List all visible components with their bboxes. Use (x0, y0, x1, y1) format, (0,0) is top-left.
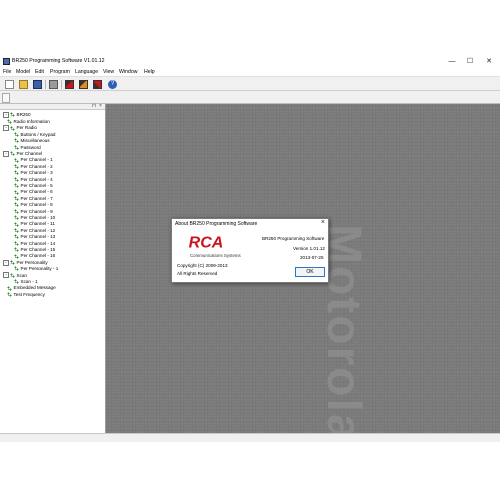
delete-icon[interactable] (93, 80, 102, 89)
menu-file[interactable]: File (3, 69, 11, 75)
new-file-icon[interactable] (5, 80, 14, 89)
tree-item-label: Embedded Message (13, 285, 56, 291)
tree-node-icon (7, 292, 12, 298)
maximize-button[interactable]: ☐ (462, 57, 478, 66)
help-icon[interactable]: ? (108, 80, 117, 89)
about-dialog: About BR250 Programming Software × RCA C… (171, 218, 329, 283)
rca-logo-text: RCA (189, 235, 224, 249)
menu-window[interactable]: Window (119, 69, 137, 75)
tree-item-label: Per Radio (16, 125, 37, 131)
rights-text: All Rights Reserved (177, 271, 218, 276)
collapse-icon[interactable]: − (3, 125, 9, 132)
pin-icon[interactable]: ⊓ (92, 103, 96, 109)
ok-button[interactable]: OK (295, 267, 325, 277)
menu-language[interactable]: Language (75, 69, 98, 75)
menu-help[interactable]: Help (144, 69, 155, 75)
menu-edit[interactable]: Edit (35, 69, 44, 75)
window-title: BR250 Programming Software V1.01.12 (12, 58, 105, 64)
radio-icon (10, 112, 15, 118)
product-name: BR250 Programming Software (262, 236, 325, 241)
tree-item-label: Radio Information (13, 119, 50, 124)
tree-item-root[interactable]: − BR250 (3, 111, 31, 118)
tree-item-label: Per Channel (16, 151, 43, 156)
tree-item-label: Per Channel - 9 (20, 208, 53, 214)
open-folder-icon[interactable] (19, 80, 28, 89)
menu-model[interactable]: Model (16, 69, 30, 75)
tree-item-label: Per Channel - 11 (20, 221, 55, 227)
tree-item-label: Per Channel - 13 (20, 234, 56, 240)
tree-pane: ⊓ × − BR250 Radio Information − Per Radio Bu… (0, 103, 106, 433)
dialog-title: About BR250 Programming Software (175, 221, 258, 227)
menu-program[interactable]: Program (50, 69, 70, 75)
collapse-icon[interactable]: − (3, 272, 9, 279)
menu-bar: File Model Edit Program Language View Wi… (0, 67, 500, 76)
tree-item-label: Per Channel - 16 (20, 253, 56, 259)
write-radio-icon[interactable] (79, 80, 88, 89)
tree-item-label: Per Channel - 7 (20, 195, 53, 201)
print-icon[interactable] (49, 80, 58, 89)
tree-item-label: Per Channel - 12 (20, 227, 56, 233)
tree-item-label: Password (20, 144, 41, 150)
tree-item-label: Per Channel - 3 (20, 170, 53, 176)
sub-toolbar (0, 91, 500, 104)
tree-item-label: Per Channel - 10 (20, 215, 56, 220)
toolbar-separator (45, 80, 46, 89)
minimize-button[interactable]: — (444, 57, 460, 66)
tree-item-label: Per Channel - 2 (20, 163, 53, 169)
app-icon (3, 58, 10, 65)
logo-subtitle: Communications Systems (190, 253, 241, 258)
build-date: 2013-07-25 (300, 255, 324, 260)
menu-view[interactable]: View (103, 69, 114, 75)
tree-item-label: Buttons / Keypad (20, 131, 56, 137)
dialog-close-button[interactable]: × (321, 219, 325, 226)
tree-item-label: Per Channel - 5 (20, 183, 53, 188)
toolbar-separator (61, 80, 62, 89)
read-radio-icon[interactable] (65, 80, 74, 89)
tree-item-label: Per Channel - 4 (20, 176, 53, 182)
tree-item-label: Per Channel - 8 (20, 202, 53, 208)
tree-item-label: Per Personality - 1 (20, 266, 59, 272)
tree-item-label: Scan - 1 (20, 279, 38, 284)
title-bar: BR250 Programming Software V1.01.12 — ☐ … (0, 56, 500, 67)
collapse-icon[interactable]: − (3, 150, 9, 157)
pane-close-icon[interactable]: × (99, 103, 102, 109)
tree-item-label: Per Channel - 14 (20, 240, 56, 246)
collapse-icon[interactable]: − (3, 111, 9, 118)
copyright-text: Copyright (C) 2009-2013 (177, 263, 228, 268)
tree-item-label: Scan (16, 272, 27, 278)
tree-item-label: Per Channel - 6 (20, 189, 53, 195)
collapse-icon[interactable]: − (3, 259, 9, 266)
tree-item-label: Per Channel - 1 (20, 157, 53, 163)
rca-logo: RCA (189, 235, 224, 249)
tree-pane-header: ⊓ × (0, 103, 105, 110)
tree-item[interactable]: Test Frequency (7, 291, 45, 298)
tree-item-label: Per Personality (16, 259, 48, 265)
close-button[interactable]: ✕ (481, 57, 497, 66)
toolbar-field[interactable] (2, 93, 10, 103)
tree-item-label: Miscellaneous (20, 138, 50, 144)
tree-item-label: Test Frequency (13, 291, 45, 297)
status-bar (0, 433, 500, 442)
toolbar: ? (0, 76, 500, 91)
version-text: Version 1.01.12 (293, 246, 325, 251)
save-icon[interactable] (33, 80, 42, 89)
tree-item-label: Per Channel - 15 (20, 247, 56, 252)
